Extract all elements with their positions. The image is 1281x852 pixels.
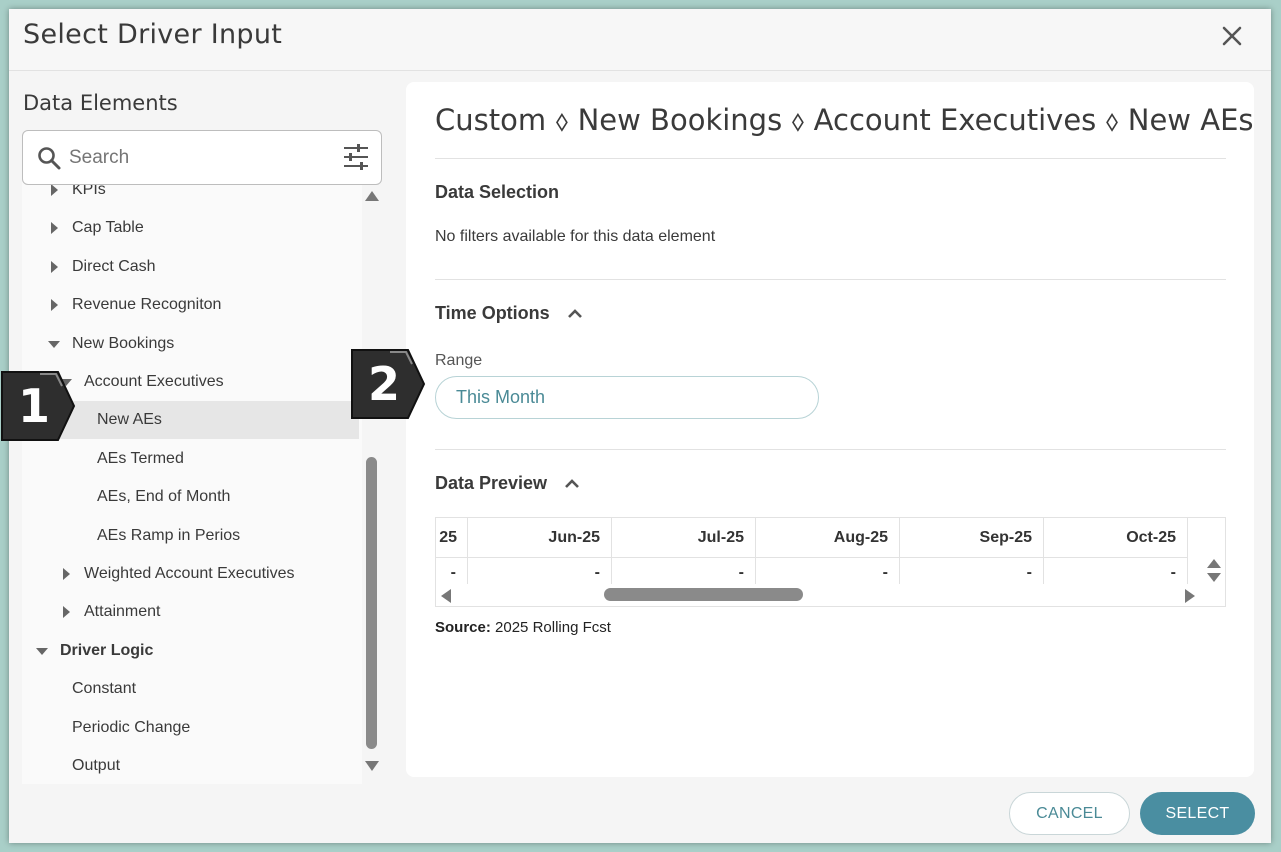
preview-cell: - [738,564,744,581]
tree-item-label: Cap Table [72,219,144,237]
caret-right-icon[interactable] [48,260,60,273]
preview-column: Sep-25 - [900,518,1044,584]
data-element-detail-panel: Custom ⬨ New Bookings ⬨ Account Executiv… [406,82,1254,777]
callout-number: 2 [367,357,400,411]
tree-item[interactable]: Revenue Recogniton [22,286,359,324]
tree-item-label: Output [72,757,121,774]
caret-down-icon[interactable] [48,338,60,350]
range-label: Range [435,352,483,369]
select-driver-input-dialog: Select Driver Input Data Elements KPIsCa… [9,9,1271,843]
time-options-heading[interactable]: Time Options [435,303,550,324]
preview-cell: - [594,564,600,581]
close-icon [1222,26,1242,46]
callout-marker-2: 2 [350,348,426,420]
tree-item[interactable]: New Bookings [22,325,359,363]
tree-item[interactable]: Direct Cash [22,248,359,286]
tree-item-label: Account Executives [84,373,224,390]
breadcrumb-title: Custom ⬨ New Bookings ⬨ Account Executiv… [435,103,1254,137]
tree-item-label: Driver Logic [60,641,154,659]
chevron-up-icon[interactable] [567,308,583,318]
caret-right-icon[interactable] [48,299,60,312]
divider [435,279,1226,280]
preview-cell: - [882,564,888,581]
vertical-scroll-arrows-icon[interactable] [1206,558,1222,584]
data-preview-heading[interactable]: Data Preview [435,473,547,494]
scroll-down-arrow-icon[interactable] [365,761,379,771]
close-button[interactable] [1219,23,1245,49]
preview-cell: - [1026,564,1032,581]
tree-item-label: Attainment [84,603,161,621]
preview-column-header: Aug-25 [756,518,899,558]
tree-item[interactable]: AEs Ramp in Perios [22,517,359,555]
preview-column: Oct-25 - [1044,518,1188,584]
callout-number: 1 [17,379,50,433]
data-preview-table: Oct-25- Sep-25- Aug-25- Jul-25- Jun-25-25- [435,517,1226,607]
tree-item[interactable]: Cap Table [22,209,359,247]
preview-column-header: 25 [436,518,467,558]
dialog-title: Select Driver Input [23,19,283,50]
scroll-left-arrow-icon[interactable] [441,589,451,603]
data-selection-heading: Data Selection [435,182,560,202]
tree-item-label: AEs, End of Month [97,488,231,506]
tree-item-label: AEs Ramp in Perios [97,526,241,544]
scrollbar-thumb[interactable] [366,457,377,749]
tree-item-label: Periodic Change [72,718,191,736]
preview-column: Aug-25 - [756,518,900,584]
preview-cell: - [450,564,456,581]
preview-column-header: Sep-25 [900,518,1043,558]
filter-settings-icon[interactable] [343,143,369,171]
source-value: 2025 Rolling Fcst [495,619,611,636]
preview-column-header: Oct-25 [1044,518,1187,558]
horizontal-scrollbar-thumb[interactable] [604,588,803,601]
scroll-right-arrow-icon[interactable] [1185,589,1195,603]
search-input[interactable] [69,143,329,173]
data-elements-title: Data Elements [23,91,178,115]
caret-right-icon[interactable] [60,568,72,580]
preview-column: Jun-25 - [468,518,612,584]
no-filters-message: No filters available for this data eleme… [435,228,716,245]
cancel-button[interactable]: CANCEL [1009,792,1130,835]
tree-item-label: Direct Cash [72,257,156,275]
tree-item-label: Weighted Account Executives [84,565,295,582]
caret-right-icon[interactable] [48,184,60,196]
caret-down-icon[interactable] [36,645,48,657]
caret-right-icon[interactable] [48,222,60,235]
chevron-up-icon[interactable] [564,478,580,488]
select-button[interactable]: SELECT [1140,792,1255,835]
preview-cell: - [1170,564,1176,581]
tree-item[interactable]: Output [22,747,359,784]
source-label: Source: [435,619,491,636]
data-elements-tree: KPIs Cap Table Direct Cash Revenue Recognit… [22,171,362,784]
source-line: Source: 2025 Rolling Fcst [435,619,611,636]
caret-right-icon[interactable] [60,606,72,619]
tree-scrollbar[interactable] [362,189,382,774]
tree-item[interactable]: Attainment [22,593,359,631]
preview-column: 25 - [436,518,468,584]
tree-item[interactable]: Driver Logic [22,632,359,670]
range-select[interactable]: This Month [435,376,819,419]
callout-marker-1: 1 [0,370,76,442]
tree-item-label: New Bookings [72,334,175,352]
tree-item[interactable]: Periodic Change [22,709,359,747]
tree-item[interactable]: AEs Termed [22,440,359,478]
preview-column-header: Jun-25 [468,518,611,558]
tree-item-label: AEs Termed [97,449,184,467]
preview-column-header: Jul-25 [612,518,755,558]
search-icon [38,147,61,170]
tree-item[interactable]: Constant [22,670,359,708]
preview-column: Jul-25 - [612,518,756,584]
dialog-header: Select Driver Input [9,9,1271,71]
tree-item-label: New AEs [97,411,162,429]
tree-item-label: Revenue Recogniton [72,296,222,314]
divider [435,449,1226,450]
tree-item-label: Constant [72,680,137,698]
search-box [22,130,382,185]
tree-item[interactable]: AEs, End of Month [22,478,359,516]
divider [435,158,1226,159]
tree-item[interactable]: Weighted Account Executives [22,555,359,593]
scroll-up-arrow-icon[interactable] [365,191,379,201]
